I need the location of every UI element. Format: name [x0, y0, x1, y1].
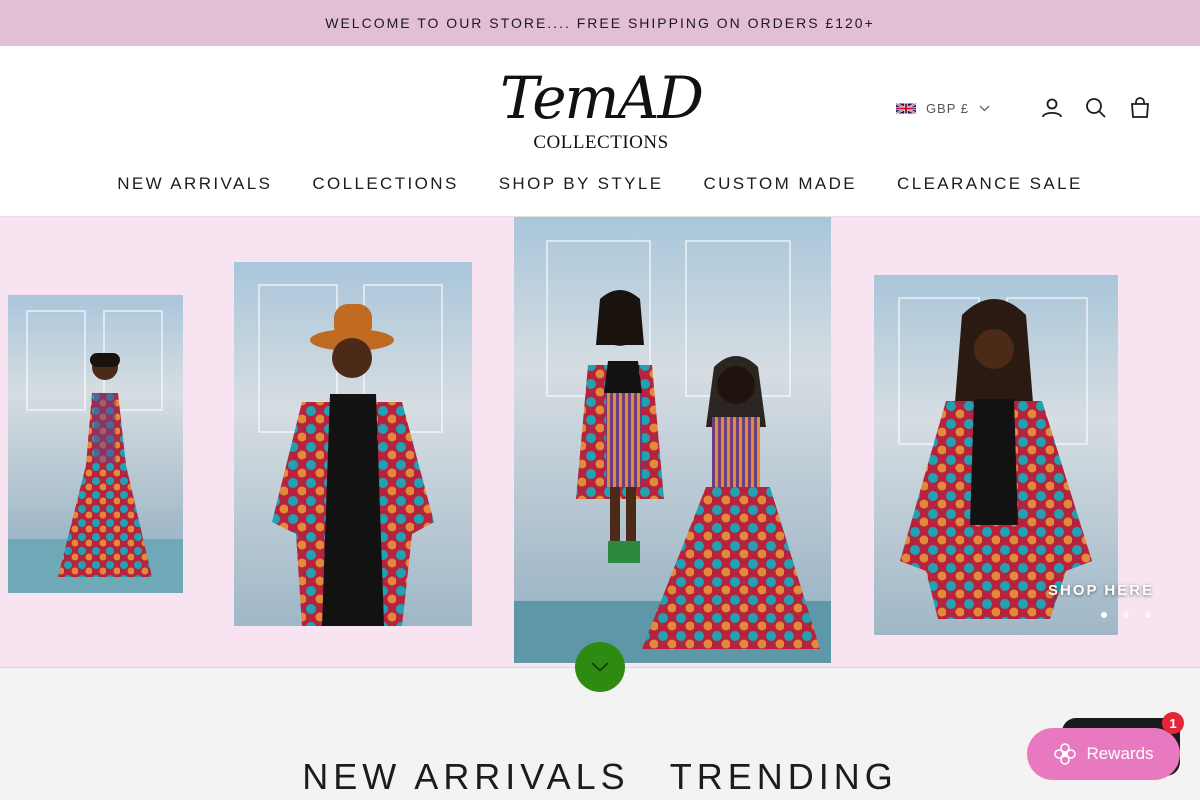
cart-icon[interactable]	[1128, 96, 1152, 120]
hero-photo-4	[874, 275, 1118, 635]
chevron-down-icon	[979, 105, 990, 111]
nav-collections[interactable]: COLLECTIONS	[312, 174, 458, 194]
flower-icon	[1054, 743, 1077, 765]
nav-new-arrivals[interactable]: NEW ARRIVALS	[117, 174, 272, 194]
hero-photo-1	[8, 295, 183, 593]
slide-dot-1[interactable]	[1101, 612, 1107, 618]
nav-clearance-sale[interactable]: CLEARANCE SALE	[897, 174, 1083, 194]
rewards-label: Rewards	[1086, 744, 1154, 763]
scroll-down-button[interactable]	[575, 642, 625, 692]
account-icon[interactable]	[1040, 96, 1064, 120]
logo-wordmark: TemAD	[500, 64, 704, 132]
slide-dots	[1101, 612, 1167, 618]
site-header: TemAD COLLECTIONS GBP £ NEW ARRIVALS COL…	[0, 46, 1200, 217]
nav-shop-by-style[interactable]: SHOP BY STYLE	[499, 174, 664, 194]
hero-slideshow: SHOP HERE	[0, 217, 1200, 668]
slide-dot-3[interactable]	[1145, 612, 1151, 618]
hero-photo-3	[514, 217, 831, 663]
currency-selector[interactable]: GBP £	[895, 100, 990, 116]
store-logo[interactable]: TemAD COLLECTIONS	[470, 66, 732, 156]
shop-here-link[interactable]: SHOP HERE	[1048, 582, 1154, 599]
logo-subtitle: COLLECTIONS	[533, 132, 669, 153]
chevron-down-icon	[591, 662, 609, 672]
announcement-bar: WELCOME TO OUR STORE.... FREE SHIPPING O…	[0, 0, 1200, 46]
rewards-badge: 1	[1162, 712, 1184, 734]
hero-photo-2	[234, 262, 472, 626]
nav-custom-made[interactable]: CUSTOM MADE	[703, 174, 857, 194]
tab-new-arrivals[interactable]: NEW ARRIVALS	[302, 756, 629, 798]
header-actions: GBP £	[895, 96, 1152, 120]
uk-flag-icon	[895, 102, 916, 114]
tab-trending[interactable]: TRENDING	[670, 756, 898, 798]
search-icon[interactable]	[1084, 96, 1108, 120]
currency-label: GBP £	[925, 100, 969, 116]
rewards-button[interactable]: Rewards	[1027, 728, 1180, 780]
main-nav: NEW ARRIVALS COLLECTIONS SHOP BY STYLE C…	[0, 174, 1200, 194]
announcement-text: WELCOME TO OUR STORE.... FREE SHIPPING O…	[325, 15, 875, 31]
slide-dot-2[interactable]	[1123, 612, 1129, 618]
collection-tabs: NEW ARRIVALS TRENDING	[0, 756, 1200, 798]
